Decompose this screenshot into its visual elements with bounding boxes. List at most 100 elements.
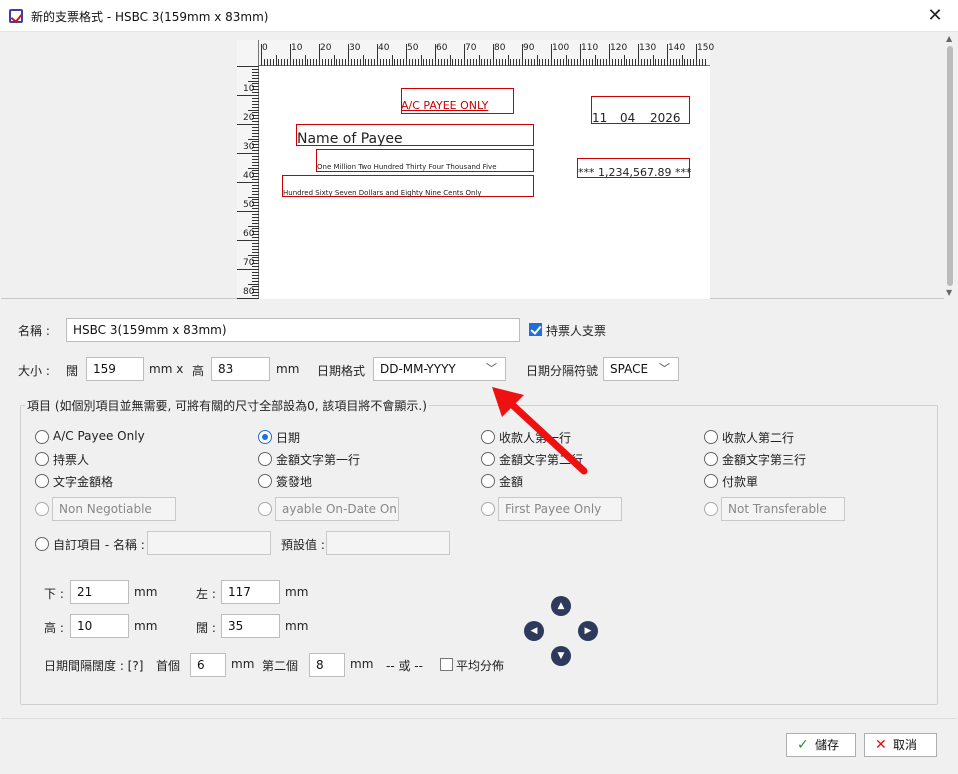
ruler-left-minor-tick	[248, 167, 259, 169]
ruler-left-minor-tick	[252, 155, 259, 157]
width-input[interactable]: 159	[86, 357, 144, 381]
date-separator-select[interactable]: SPACE ﹀	[603, 357, 679, 381]
ruler-left-minor-tick	[252, 271, 259, 273]
ruler-left-minor-tick	[252, 251, 259, 253]
bearer-label: 持票人支票	[546, 324, 607, 338]
not-transferable-radio[interactable]	[704, 502, 718, 516]
height-input[interactable]: 83	[211, 357, 270, 381]
ruler-left-minor-tick	[252, 161, 259, 163]
ruler-top-minor-tick	[437, 59, 439, 66]
ruler-top-minor-tick	[475, 59, 477, 66]
ruler-top-minor-tick	[455, 59, 457, 66]
payable-on-date-field: ayable On-Date Only	[275, 497, 399, 521]
custom-item-radio[interactable]	[35, 537, 49, 551]
ruler-top-minor-tick	[516, 59, 518, 66]
bearer-checkbox[interactable]	[529, 323, 542, 336]
preview-scrollbar-thumb[interactable]	[947, 46, 953, 286]
window-title: 新的支票格式 - HSBC 3(159mm x 83mm)	[31, 10, 269, 24]
ruler-top-minor-tick	[403, 59, 405, 66]
width-label: 闊	[66, 364, 79, 378]
non-negotiable-field: Non Negotiable	[52, 497, 176, 521]
item-radio-label: 簽發地	[276, 475, 313, 489]
ruler-top-minor-tick	[472, 59, 474, 66]
arrow-up-icon[interactable]: ▲	[551, 596, 571, 616]
custom-name-input[interactable]	[147, 531, 271, 555]
item-radio[interactable]	[35, 430, 49, 444]
item-radio[interactable]	[258, 474, 272, 488]
ruler-top-minor-tick	[408, 59, 410, 66]
ruler-left-minor-tick	[252, 190, 259, 192]
ruler-top-minor-tick	[495, 59, 497, 66]
ruler-left-minor-tick	[248, 254, 259, 256]
ruler-left-minor-tick	[237, 182, 259, 183]
left-input[interactable]: 117	[221, 580, 280, 604]
ruler-top-minor-tick	[330, 59, 332, 66]
ruler-top-minor-tick	[623, 55, 625, 66]
ruler-top-minor-tick	[672, 59, 674, 66]
close-icon[interactable]: ✕	[924, 5, 946, 27]
ruler-top-minor-tick	[426, 59, 428, 66]
ruler-left-minor-tick	[252, 277, 259, 279]
item-radio[interactable]	[35, 474, 49, 488]
ruler-top-label: 110	[581, 43, 599, 53]
item-radio[interactable]	[35, 452, 49, 466]
item-width-input[interactable]: 35	[221, 614, 280, 638]
ruler-top-minor-tick	[643, 59, 645, 66]
bottom-input[interactable]: 21	[70, 580, 129, 604]
ruler-top-minor-tick	[539, 59, 541, 66]
ruler-top-minor-tick	[379, 59, 381, 66]
scroll-down-icon[interactable]: ▼	[946, 288, 952, 297]
item-radio-label: 持票人	[53, 453, 90, 467]
x-icon: ✕	[875, 737, 887, 753]
cancel-button[interactable]: ✕ 取消	[864, 733, 937, 757]
name-input[interactable]: HSBC 3(159mm x 83mm)	[66, 318, 520, 342]
ruler-top-minor-tick	[545, 59, 547, 66]
ruler-top-minor-tick	[382, 59, 384, 66]
ruler-top-label: 120	[610, 43, 628, 53]
item-radio-label: 文字金額格	[53, 475, 114, 489]
ruler-top-minor-tick	[559, 59, 561, 66]
ruler-top-minor-tick	[568, 59, 570, 66]
scroll-up-icon[interactable]: ▲	[946, 34, 952, 43]
ruler-left-minor-tick	[252, 193, 259, 195]
ruler-top-minor-tick	[362, 55, 364, 66]
ruler-top-minor-tick	[504, 59, 506, 66]
left-unit: mm	[285, 585, 309, 599]
default-value-input[interactable]	[326, 531, 450, 555]
first-payee-only-field: First Payee Only	[498, 497, 622, 521]
ruler-top-label: 90	[523, 43, 535, 53]
item-radio[interactable]	[704, 474, 718, 488]
ruler-top-minor-tick	[371, 59, 373, 66]
ruler-left-minor-tick	[252, 71, 259, 73]
ruler-top-minor-tick	[327, 59, 329, 66]
footer-divider	[1, 718, 957, 719]
ruler-top-minor-tick	[669, 59, 671, 66]
save-button[interactable]: ✓ 儲存	[786, 733, 856, 757]
ruler-top-minor-tick	[449, 55, 451, 66]
ruler-left-minor-tick	[252, 129, 259, 131]
ruler-top-label: 30	[349, 43, 361, 53]
item-radio[interactable]	[258, 452, 272, 466]
item-height-unit: mm	[134, 619, 158, 633]
second-spacing-input[interactable]: 8	[309, 653, 345, 677]
arrow-left-icon[interactable]: ◀	[524, 621, 544, 641]
item-height-input[interactable]: 10	[70, 614, 129, 638]
first-payee-only-radio[interactable]	[481, 502, 495, 516]
item-radio[interactable]	[704, 430, 718, 444]
height-label: 高	[192, 364, 205, 378]
item-radio[interactable]	[704, 452, 718, 466]
ruler-left-minor-tick	[252, 245, 259, 247]
arrow-down-icon[interactable]: ▼	[551, 646, 571, 666]
even-distribute-checkbox[interactable]	[440, 658, 453, 671]
ruler-top-minor-tick	[336, 59, 338, 66]
first-spacing-input[interactable]: 6	[190, 653, 226, 677]
ruler-top-minor-tick	[701, 59, 703, 66]
amount-words-line1: One Million Two Hundred Thirty Four Thou…	[317, 163, 497, 171]
ruler-top-minor-tick	[313, 59, 315, 66]
non-negotiable-radio[interactable]	[35, 502, 49, 516]
or-separator: -- 或 --	[386, 659, 423, 673]
item-radio[interactable]	[258, 430, 272, 444]
arrow-right-icon[interactable]: ▶	[578, 621, 598, 641]
payable-on-date-radio[interactable]	[258, 502, 272, 516]
ruler-left-minor-tick	[252, 97, 259, 99]
